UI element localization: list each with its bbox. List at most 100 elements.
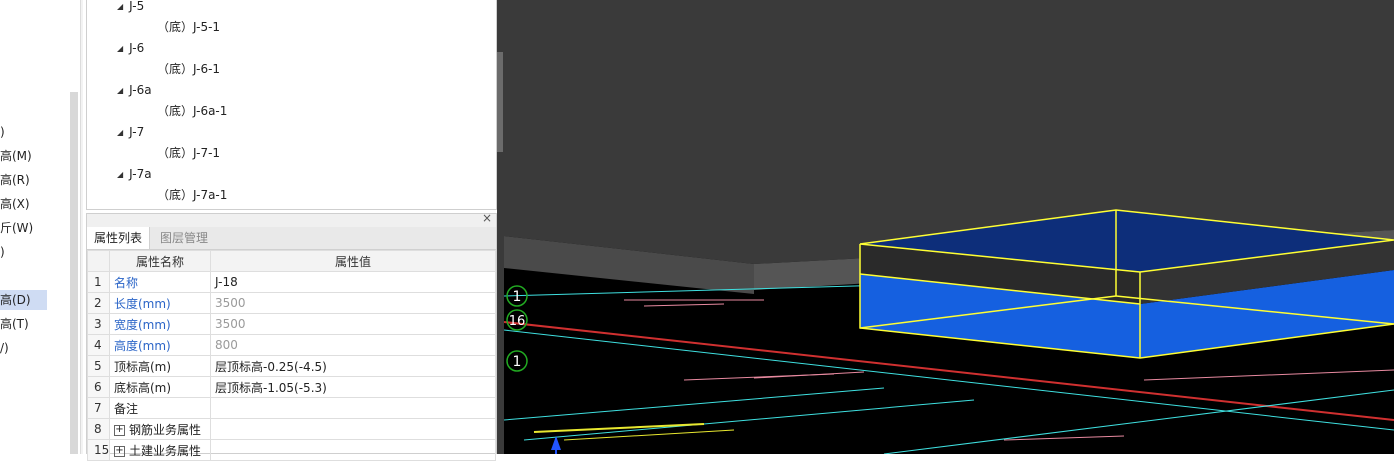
property-value[interactable]: 3500 <box>210 292 496 314</box>
property-name: 高度(mm) <box>109 334 211 356</box>
tree-node-label: （底）J-6a-1 <box>157 104 228 118</box>
axis-marker-1b[interactable]: 1 <box>506 350 528 372</box>
property-row[interactable]: 1 名称 J-18 <box>87 271 496 293</box>
left-menu-item[interactable]: 高(R) <box>0 170 60 190</box>
property-name-label: 土建业务属性 <box>129 443 202 458</box>
property-value[interactable]: 层顶标高-1.05(-5.3) <box>210 376 496 398</box>
close-icon[interactable]: × <box>482 211 492 225</box>
left-menu-item[interactable]: 斤(W) <box>0 218 60 238</box>
left-menu-panel: ) 高(M) 高(R) 高(X) 斤(W)) 高(D) 高(T) /) <box>0 0 83 454</box>
tab-property-list[interactable]: 属性列表 <box>87 227 151 249</box>
axis-marker-1b-label: 1 <box>513 354 522 370</box>
left-menu-item[interactable]: ) <box>0 122 60 142</box>
row-index: 2 <box>87 292 110 314</box>
property-row[interactable]: 3 宽度(mm) 3500 <box>87 313 496 335</box>
row-index: 1 <box>87 271 110 293</box>
property-value[interactable] <box>210 439 496 461</box>
tree-node-label: J-6 <box>129 41 145 55</box>
tree-child-node[interactable]: （底）J-7-1 <box>157 143 220 163</box>
property-row[interactable]: 4 高度(mm) 800 <box>87 334 496 356</box>
tree-node[interactable]: ◢ J-6a <box>117 80 152 100</box>
tab-layer-management[interactable]: 图层管理 <box>153 227 215 249</box>
property-name-label: 宽度(mm) <box>114 317 171 332</box>
left-menu-item[interactable]: 高(T) <box>0 314 60 334</box>
property-name-label: 备注 <box>114 401 139 416</box>
property-value[interactable] <box>210 397 496 419</box>
left-menu-item[interactable]: 高(X) <box>0 194 60 214</box>
property-value[interactable] <box>210 418 496 440</box>
row-index: 6 <box>87 376 110 398</box>
property-name: + 土建业务属性 <box>109 439 211 461</box>
axis-marker-1-label: 1 <box>513 289 522 305</box>
expand-caret-icon[interactable]: ◢ <box>117 39 123 59</box>
property-row[interactable]: 2 长度(mm) 3500 <box>87 292 496 314</box>
property-value[interactable]: 800 <box>210 334 496 356</box>
tree-node[interactable]: ◢ J-6 <box>117 38 144 58</box>
property-value[interactable]: J-18 <box>210 271 496 293</box>
row-index: 7 <box>87 397 110 419</box>
viewport-canvas[interactable]: 1 16 1 <box>504 0 1394 454</box>
tree-child-node[interactable]: （底）J-7a-1 <box>157 185 227 205</box>
expand-caret-icon[interactable]: ◢ <box>117 81 123 101</box>
property-row[interactable]: 8 + 钢筋业务属性 <box>87 418 496 440</box>
properties-panel-titlebar: × <box>87 211 496 227</box>
coordinate-axis-icon <box>551 436 561 454</box>
properties-tab-bar: 属性列表 图层管理 <box>87 227 496 250</box>
expand-caret-icon[interactable]: ◢ <box>117 165 123 185</box>
expand-caret-icon[interactable]: ◢ <box>117 0 123 17</box>
property-name-label: 高度(mm) <box>114 338 171 353</box>
property-value[interactable]: 层顶标高-0.25(-4.5) <box>210 355 496 377</box>
tree-node[interactable]: ◢ J-7a <box>117 164 152 184</box>
properties-panel: × 属性列表 图层管理 属性名称 属性值 1 名称 J-18 2 长度(mm) 3500 3… <box>86 211 497 461</box>
property-row[interactable]: 6 底标高(m) 层顶标高-1.05(-5.3) <box>87 376 496 398</box>
panel-splitter[interactable] <box>80 0 83 454</box>
property-name: 顶标高(m) <box>109 355 211 377</box>
tree-child-node[interactable]: （底）J-6-1 <box>157 59 220 79</box>
left-menu-item[interactable]: /) <box>0 338 60 358</box>
row-index: 8 <box>87 418 110 440</box>
row-index-header <box>87 250 110 272</box>
3d-viewport[interactable]: 1 16 1 <box>504 0 1394 454</box>
property-value[interactable]: 3500 <box>210 313 496 335</box>
property-name-label: 底标高(m) <box>114 380 172 395</box>
property-row[interactable]: 5 顶标高(m) 层顶标高-0.25(-4.5) <box>87 355 496 377</box>
axis-marker-16[interactable]: 16 <box>506 309 528 331</box>
tree-node-label: （底）J-7-1 <box>157 146 221 160</box>
expand-caret-icon[interactable]: ◢ <box>117 123 123 143</box>
tree-scrollbar-thumb[interactable] <box>497 52 503 152</box>
property-name: + 钢筋业务属性 <box>109 418 211 440</box>
left-menu-scrollbar[interactable] <box>70 92 78 454</box>
tree-node-label: J-6a <box>129 83 152 97</box>
tree-node[interactable]: ◢ J-7 <box>117 122 144 142</box>
property-name-label: 顶标高(m) <box>114 359 172 374</box>
tree-node[interactable]: ◢ J-5 <box>117 0 144 16</box>
left-menu-item[interactable]: 高(D) <box>0 290 47 310</box>
properties-table-header: 属性名称 属性值 <box>87 250 496 272</box>
row-index: 3 <box>87 313 110 335</box>
axis-marker-16-label: 16 <box>509 314 526 329</box>
component-tree-panel: ◢ J-5 （底）J-5-1 ◢ J-6 （底）J-6-1 ◢ J-6a （底）J-6a-1 ◢ J… <box>86 0 497 210</box>
left-menu-item[interactable]: 高(M) <box>0 146 60 166</box>
tree-node-label: J-5 <box>129 0 145 13</box>
expand-plus-icon[interactable]: + <box>114 445 125 457</box>
property-name: 宽度(mm) <box>109 313 211 335</box>
property-row[interactable]: 15 + 土建业务属性 <box>87 439 496 461</box>
tree-node-label: J-7a <box>129 167 152 181</box>
property-name: 长度(mm) <box>109 292 211 314</box>
property-name-label: 名称 <box>114 275 139 290</box>
property-name-header: 属性名称 <box>109 250 211 272</box>
tree-child-node[interactable]: （底）J-5-1 <box>157 17 220 37</box>
tree-node-label: （底）J-6-1 <box>157 62 221 76</box>
property-name: 底标高(m) <box>109 376 211 398</box>
row-index: 4 <box>87 334 110 356</box>
property-name-label: 钢筋业务属性 <box>129 422 202 437</box>
property-row[interactable]: 7 备注 <box>87 397 496 419</box>
row-index: 15 <box>87 439 110 461</box>
row-index: 5 <box>87 355 110 377</box>
left-menu-item[interactable]: ) <box>0 242 60 262</box>
property-name-label: 长度(mm) <box>114 296 171 311</box>
tree-node-label: （底）J-5-1 <box>157 20 221 34</box>
properties-table: 属性名称 属性值 1 名称 J-18 2 长度(mm) 3500 3 宽度(mm) 3500 4 高… <box>87 250 496 461</box>
tree-child-node[interactable]: （底）J-6a-1 <box>157 101 227 121</box>
expand-plus-icon[interactable]: + <box>114 424 125 436</box>
